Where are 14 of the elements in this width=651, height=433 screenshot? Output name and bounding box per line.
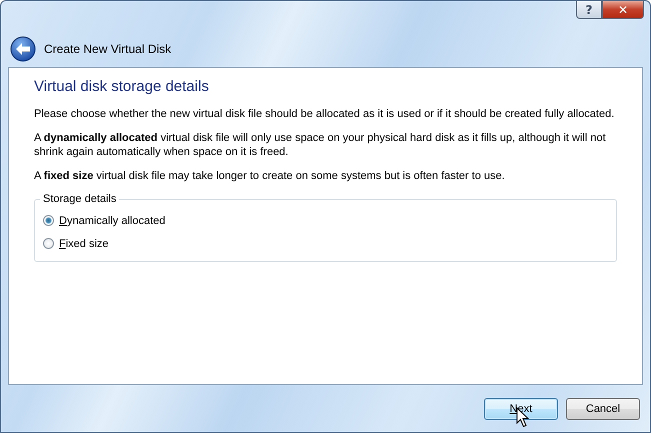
radio-button[interactable] <box>43 215 54 226</box>
radio-label[interactable]: Dynamically allocated <box>59 214 166 226</box>
paragraph: Please choose whether the new virtual disk file should be allocated as it is used or if it should be created fully allocated. <box>34 107 616 121</box>
close-button[interactable]: ✕ <box>602 1 644 19</box>
radio-label[interactable]: Fixed size <box>59 238 109 250</box>
group-title: Storage details <box>42 193 118 205</box>
paragraph: A fixed size virtual disk file may take longer to create on some systems but is often faster to use. <box>34 169 506 183</box>
page-heading: Virtual disk storage details <box>34 78 210 95</box>
wizard-title: Create New Virtual Disk <box>44 42 172 56</box>
back-button[interactable] <box>10 36 36 62</box>
help-button[interactable]: ? <box>576 1 602 19</box>
paragraph: A dynamically allocated virtual disk file will only use space on your physical hard disk as it fills up, although it will not shrink again automatically when space on it is freed. <box>34 131 607 159</box>
radio-button[interactable] <box>43 238 54 249</box>
cancel-button[interactable]: Cancel <box>566 398 640 420</box>
